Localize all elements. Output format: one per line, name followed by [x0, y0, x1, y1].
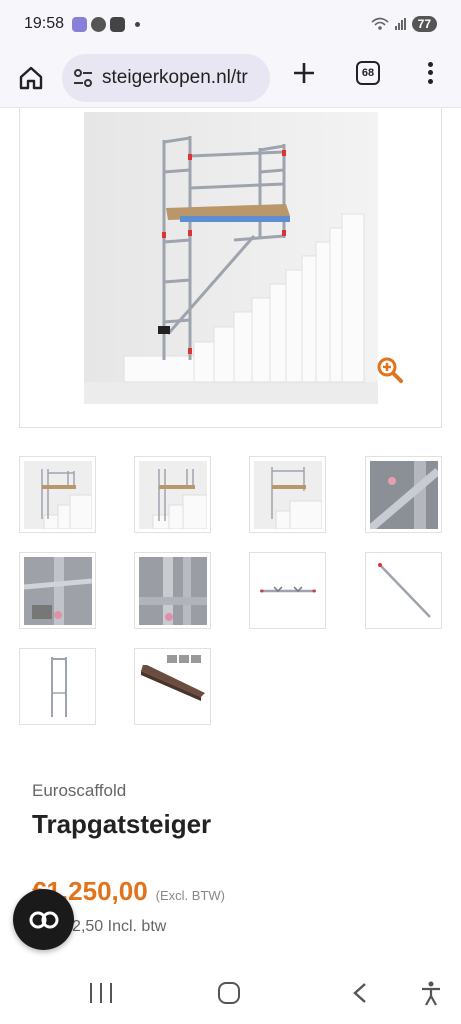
status-time: 19:58: [24, 15, 65, 32]
product-title: Trapgatsteiger: [32, 809, 212, 839]
thumbnail-platform-deck[interactable]: [134, 648, 211, 725]
chat-icon: [29, 911, 58, 928]
accessibility-icon[interactable]: [420, 980, 442, 1006]
app-notification-icon: [110, 16, 126, 32]
price-note: (Excl. BTW): [155, 888, 225, 903]
thumbnail-scaffold-on-stairs-side[interactable]: [249, 456, 326, 533]
wifi-icon: [371, 17, 389, 30]
thumbnail-image: [254, 557, 322, 625]
thumbnail-image: [139, 461, 207, 529]
more-vert-icon: [427, 61, 433, 67]
address-bar[interactable]: steigerkopen.nl/tr: [62, 54, 270, 102]
home-button[interactable]: [17, 64, 45, 92]
thumbnail-horizontal-brace[interactable]: [249, 552, 326, 629]
home-icon: [19, 66, 43, 89]
system-navigation-bar: [0, 966, 461, 1024]
thumbnail-image: [24, 461, 92, 529]
recent-apps-icon: [90, 983, 92, 1003]
plus-icon: [294, 63, 314, 83]
chat-button[interactable]: [13, 889, 74, 950]
tune-icon[interactable]: [72, 67, 94, 89]
thumbnail-scaffold-on-stairs-front[interactable]: [19, 456, 96, 533]
recent-apps-button[interactable]: [90, 983, 112, 1003]
thumbnail-diagonal-brace[interactable]: [365, 552, 442, 629]
status-bar: 19:58 77: [0, 0, 461, 48]
more-notifications-icon: [135, 21, 141, 27]
more-menu-button[interactable]: [420, 60, 440, 86]
system-icons: 77: [371, 16, 437, 32]
thumbnail-frame-ladder[interactable]: [19, 648, 96, 725]
thumbnail-image: [139, 557, 207, 625]
app-notification-icon: [91, 16, 107, 32]
home-nav-button[interactable]: [218, 982, 240, 1004]
app-notification-icon: [72, 16, 88, 32]
browser-toolbar: steigerkopen.nl/tr 68: [0, 48, 461, 108]
thumbnail-scaffold-on-stairs-angle[interactable]: [134, 456, 211, 533]
notification-icons: [72, 16, 141, 32]
thumbnail-brace-connector-closeup[interactable]: [365, 456, 442, 533]
thumbnail-image: [139, 653, 207, 721]
zoom-in-icon[interactable]: [376, 356, 404, 384]
thumbnail-scaffold-frame-detail[interactable]: [19, 552, 96, 629]
back-icon[interactable]: [350, 982, 370, 1004]
thumbnail-scaffold-base-detail[interactable]: [134, 552, 211, 629]
thumbnail-image: [24, 653, 92, 721]
signal-icon: [394, 18, 406, 30]
thumbnail-image: [24, 557, 92, 625]
url-text[interactable]: steigerkopen.nl/tr: [102, 67, 248, 89]
product-brand[interactable]: Euroscaffold: [32, 781, 126, 801]
tabs-button[interactable]: 68: [356, 61, 380, 85]
thumbnail-image: [370, 557, 438, 625]
thumbnail-image: [254, 461, 322, 529]
battery-indicator: 77: [411, 16, 437, 32]
main-product-image[interactable]: [19, 108, 442, 428]
thumbnail-image: [370, 461, 438, 529]
tab-count: 68: [361, 67, 375, 79]
new-tab-button[interactable]: [291, 60, 317, 86]
stairwell-scaffold-photo: [84, 112, 378, 404]
